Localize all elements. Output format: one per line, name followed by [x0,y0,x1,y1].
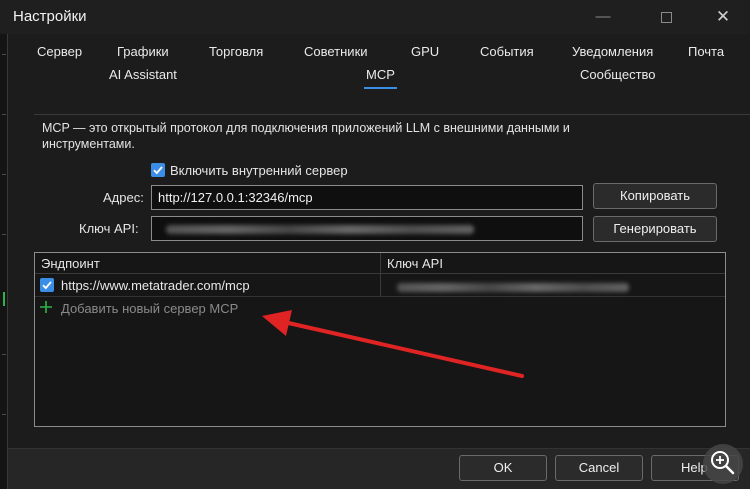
zoom-in-icon [711,451,735,475]
zoom-button[interactable] [703,444,743,484]
annotation-arrow [262,310,524,378]
